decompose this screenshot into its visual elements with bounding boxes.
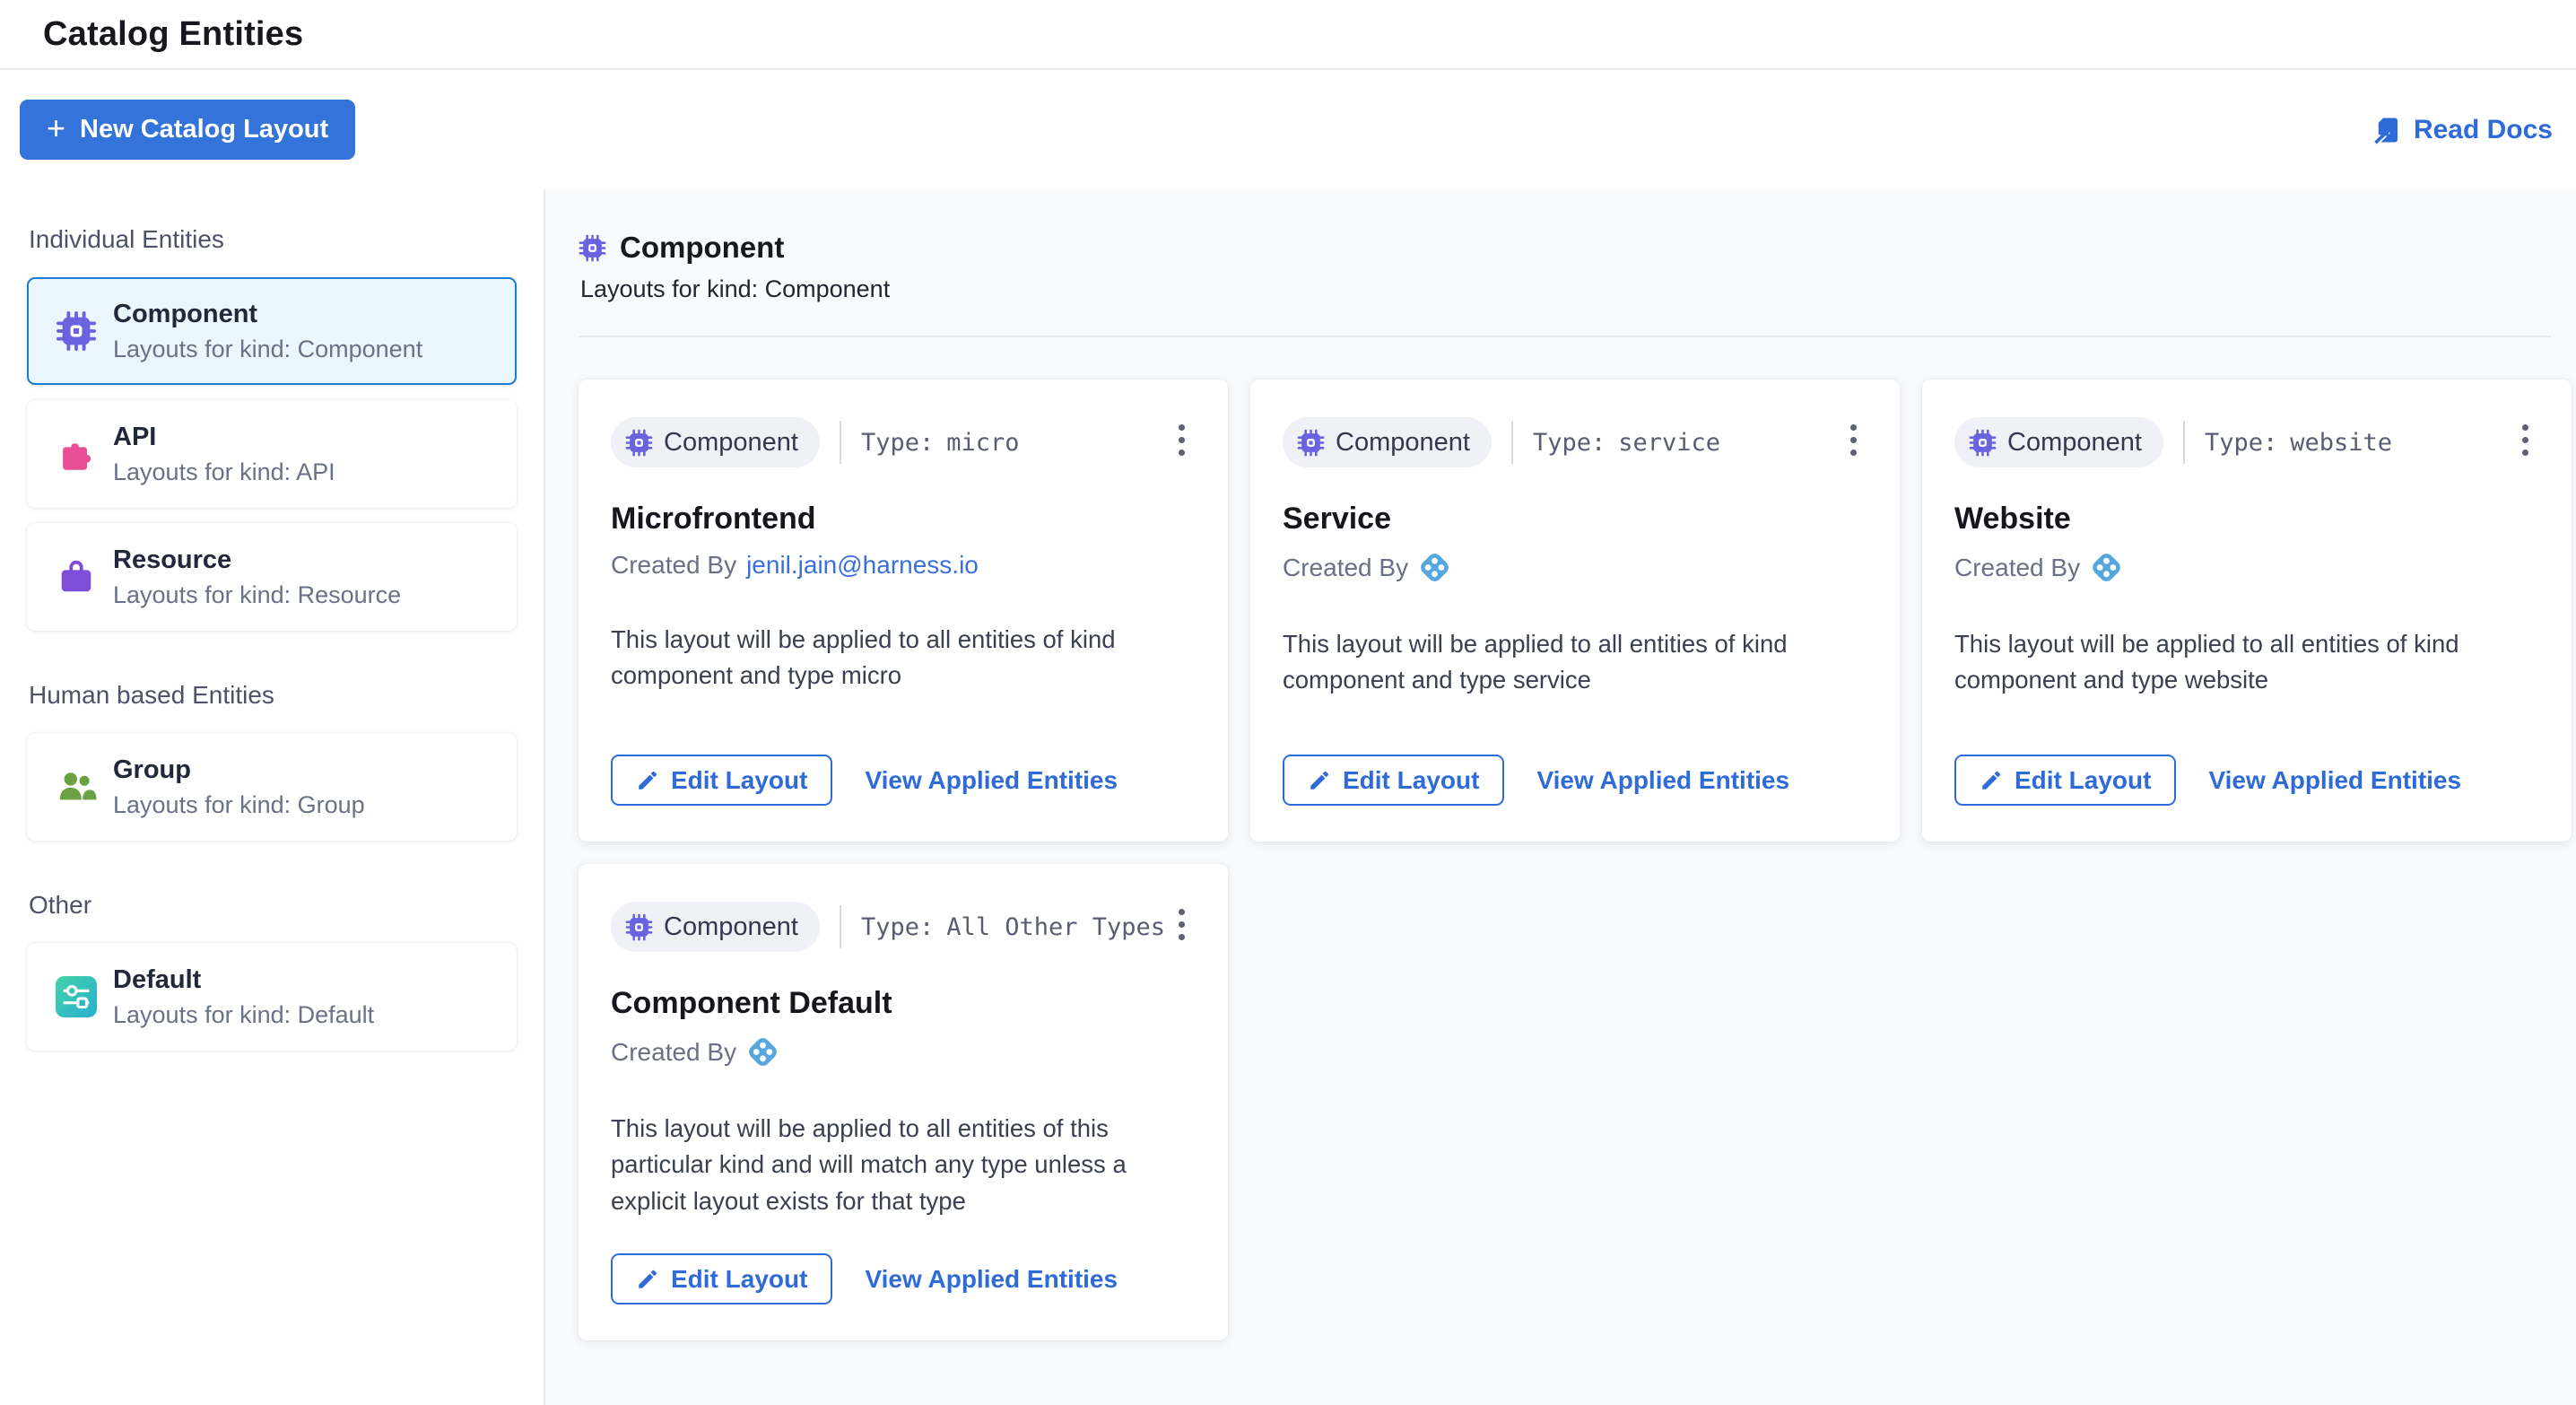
divider: [579, 336, 2551, 337]
component-chip-icon: [1969, 429, 1997, 457]
sidebar-item-subtitle: Layouts for kind: API: [113, 458, 335, 486]
card-title: Website: [1954, 502, 2545, 537]
card-description: This layout will be applied to all entit…: [611, 622, 1201, 694]
resource-briefcase-icon: [56, 556, 97, 598]
section-label-individual-entities: Individual Entities: [29, 225, 515, 254]
toolbar: + New Catalog Layout Read Docs: [0, 70, 2576, 189]
created-by-label: Created By: [1954, 554, 2080, 582]
read-docs-label: Read Docs: [2414, 115, 2553, 145]
section-label-other: Other: [29, 891, 515, 920]
section-label-human-based-entities: Human based Entities: [29, 681, 515, 710]
sidebar-item-group[interactable]: Group Layouts for kind: Group: [27, 733, 517, 841]
divider: [2183, 421, 2185, 464]
plus-icon: +: [47, 112, 65, 144]
component-chip-icon: [1297, 429, 1325, 457]
component-chip-icon: [579, 234, 606, 262]
card-description: This layout will be applied to all entit…: [611, 1111, 1201, 1219]
main-panel: Component Layouts for kind: Component Co…: [545, 189, 2576, 1405]
sidebar-item-subtitle: Layouts for kind: Default: [113, 1001, 374, 1029]
layout-card-component-default: Component Type:All Other Types Component…: [579, 864, 1228, 1340]
kebab-menu-icon[interactable]: [2517, 419, 2534, 461]
component-chip-icon: [625, 429, 653, 457]
view-applied-entities-link[interactable]: View Applied Entities: [2208, 766, 2461, 795]
pencil-icon: [1308, 769, 1331, 792]
content-area: Individual Entities Component Layouts fo…: [0, 189, 2576, 1405]
sidebar-item-component[interactable]: Component Layouts for kind: Component: [27, 277, 517, 385]
layout-card-service: Component Type:service Service Created B…: [1250, 380, 1900, 842]
sidebar-item-resource[interactable]: Resource Layouts for kind: Resource: [27, 523, 517, 631]
type-label: Type:All Other Types: [861, 913, 1165, 941]
layout-card-microfrontend: Component Type:micro Microfrontend Creat…: [579, 380, 1228, 842]
component-chip-icon: [625, 913, 653, 941]
card-title: Service: [1283, 502, 1873, 537]
layout-cards-grid: Component Type:micro Microfrontend Creat…: [579, 380, 2569, 1340]
card-description: This layout will be applied to all entit…: [1283, 626, 1873, 699]
created-by-label: Created By: [611, 551, 736, 580]
default-sliders-icon: [56, 976, 97, 1017]
kind-badge: Component: [611, 417, 820, 467]
sidebar-item-subtitle: Layouts for kind: Component: [113, 336, 422, 363]
group-people-icon: [56, 766, 97, 807]
pencil-icon: [1980, 769, 2003, 792]
type-label: Type:service: [1533, 429, 1720, 457]
kind-badge: Component: [611, 902, 820, 952]
main-title: Component: [620, 231, 784, 265]
read-docs-link[interactable]: Read Docs: [2371, 115, 2553, 145]
sidebar-item-title: Resource: [113, 545, 401, 575]
kind-badge: Component: [1954, 417, 2163, 467]
doc-arrow-icon: [2371, 115, 2402, 145]
api-puzzle-icon: [56, 433, 97, 475]
pencil-icon: [636, 1268, 659, 1291]
view-applied-entities-link[interactable]: View Applied Entities: [865, 766, 1118, 795]
sidebar-item-title: Default: [113, 965, 374, 995]
kind-badge: Component: [1283, 417, 1492, 467]
harness-logo-icon: [2090, 551, 2123, 584]
sidebar-item-subtitle: Layouts for kind: Resource: [113, 581, 401, 609]
divider: [1511, 421, 1513, 464]
new-catalog-layout-label: New Catalog Layout: [80, 115, 328, 144]
harness-logo-icon: [1418, 551, 1451, 584]
harness-logo-icon: [746, 1035, 779, 1069]
pencil-icon: [636, 769, 659, 792]
edit-layout-button[interactable]: Edit Layout: [611, 755, 832, 806]
divider: [840, 905, 841, 948]
created-by-label: Created By: [611, 1038, 736, 1067]
kebab-menu-icon[interactable]: [1173, 419, 1190, 461]
card-title: Component Default: [611, 986, 1201, 1021]
edit-layout-button[interactable]: Edit Layout: [1954, 755, 2176, 806]
sidebar-item-default[interactable]: Default Layouts for kind: Default: [27, 943, 517, 1051]
divider: [840, 421, 841, 464]
sidebar: Individual Entities Component Layouts fo…: [0, 189, 545, 1405]
created-by-label: Created By: [1283, 554, 1408, 582]
card-title: Microfrontend: [611, 502, 1201, 537]
kebab-menu-icon[interactable]: [1845, 419, 1862, 461]
main-header: Component: [579, 231, 2569, 265]
page-header: Catalog Entities: [0, 0, 2576, 70]
card-description: This layout will be applied to all entit…: [1954, 626, 2545, 699]
type-label: Type:website: [2205, 429, 2392, 457]
sidebar-item-title: Group: [113, 755, 365, 785]
page-title: Catalog Entities: [43, 15, 303, 54]
edit-layout-button[interactable]: Edit Layout: [611, 1253, 832, 1305]
new-catalog-layout-button[interactable]: + New Catalog Layout: [20, 100, 355, 160]
main-subtitle: Layouts for kind: Component: [580, 275, 2569, 303]
edit-layout-button[interactable]: Edit Layout: [1283, 755, 1504, 806]
sidebar-item-title: Component: [113, 300, 422, 329]
sidebar-item-title: API: [113, 423, 335, 452]
sidebar-item-api[interactable]: API Layouts for kind: API: [27, 400, 517, 508]
view-applied-entities-link[interactable]: View Applied Entities: [865, 1265, 1118, 1294]
view-applied-entities-link[interactable]: View Applied Entities: [1536, 766, 1789, 795]
component-chip-icon: [56, 310, 97, 352]
type-label: Type:micro: [861, 429, 1020, 457]
created-by-link[interactable]: jenil.jain@harness.io: [746, 551, 979, 580]
layout-card-website: Component Type:website Website Created B…: [1922, 380, 2572, 842]
sidebar-item-subtitle: Layouts for kind: Group: [113, 791, 365, 819]
kebab-menu-icon[interactable]: [1173, 903, 1190, 946]
